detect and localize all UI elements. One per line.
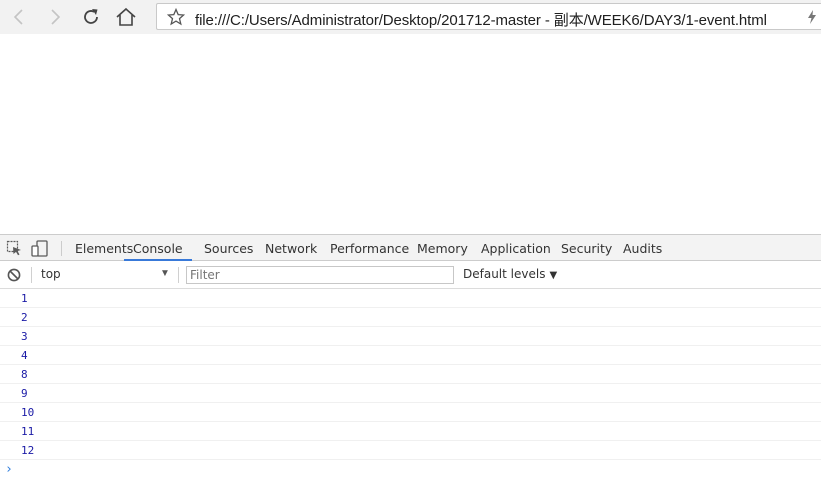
console-message: 12 xyxy=(0,441,821,460)
levels-dropdown-icon: ▼ xyxy=(549,270,558,281)
forward-icon xyxy=(51,9,61,25)
console-toolbar: top ▼ Default levels▼ xyxy=(0,261,821,289)
tab-sources[interactable]: Sources xyxy=(204,235,253,261)
reload-button[interactable] xyxy=(78,4,104,30)
tab-console[interactable]: Console xyxy=(124,235,192,261)
tab-network[interactable]: Network xyxy=(265,235,317,261)
context-dropdown-icon[interactable]: ▼ xyxy=(160,268,170,279)
browser-toolbar: file:///C:/Users/Administrator/Desktop/2… xyxy=(0,0,821,34)
tab-memory[interactable]: Memory xyxy=(417,235,468,261)
context-selector[interactable]: top xyxy=(41,267,61,281)
console-prompt[interactable]: › xyxy=(0,460,821,479)
console-message: 11 xyxy=(0,422,821,441)
console-message: 1 xyxy=(0,289,821,308)
toolbar-separator xyxy=(31,267,32,283)
console-message: 2 xyxy=(0,308,821,327)
console-message: 8 xyxy=(0,365,821,384)
devtools-tab-bar: Elements Console Sources Network Perform… xyxy=(0,234,821,261)
log-levels-dropdown[interactable]: Default levels ▼ xyxy=(463,267,557,281)
filter-input[interactable] xyxy=(186,266,454,284)
back-button[interactable] xyxy=(6,4,32,30)
devtools-panel: Elements Console Sources Network Perform… xyxy=(0,234,821,487)
bolt-icon[interactable] xyxy=(807,10,817,24)
toolbar-separator xyxy=(178,267,179,283)
star-icon[interactable] xyxy=(167,8,185,26)
home-icon xyxy=(116,7,136,26)
tab-application[interactable]: Application xyxy=(481,235,551,261)
console-message: 9 xyxy=(0,384,821,403)
device-toolbar-icon[interactable] xyxy=(31,240,49,257)
console-message: 4 xyxy=(0,346,821,365)
console-message: 3 xyxy=(0,327,821,346)
tab-security[interactable]: Security xyxy=(561,235,612,261)
tab-performance[interactable]: Performance xyxy=(330,235,409,261)
back-icon xyxy=(13,9,23,25)
inspect-element-icon[interactable] xyxy=(6,240,22,256)
clear-console-icon[interactable] xyxy=(7,268,21,282)
console-output: 1 2 3 4 8 9 10 11 12 › xyxy=(0,289,821,479)
log-levels-label: Default levels xyxy=(463,267,546,281)
tab-audits[interactable]: Audits xyxy=(623,235,662,261)
forward-button[interactable] xyxy=(42,4,68,30)
reload-icon xyxy=(84,9,98,24)
url-text[interactable]: file:///C:/Users/Administrator/Desktop/2… xyxy=(195,9,767,30)
home-button[interactable] xyxy=(113,4,139,30)
tab-separator xyxy=(61,241,62,256)
prompt-chevron-icon: › xyxy=(5,462,13,477)
console-message: 10 xyxy=(0,403,821,422)
address-bar[interactable]: file:///C:/Users/Administrator/Desktop/2… xyxy=(156,3,821,30)
